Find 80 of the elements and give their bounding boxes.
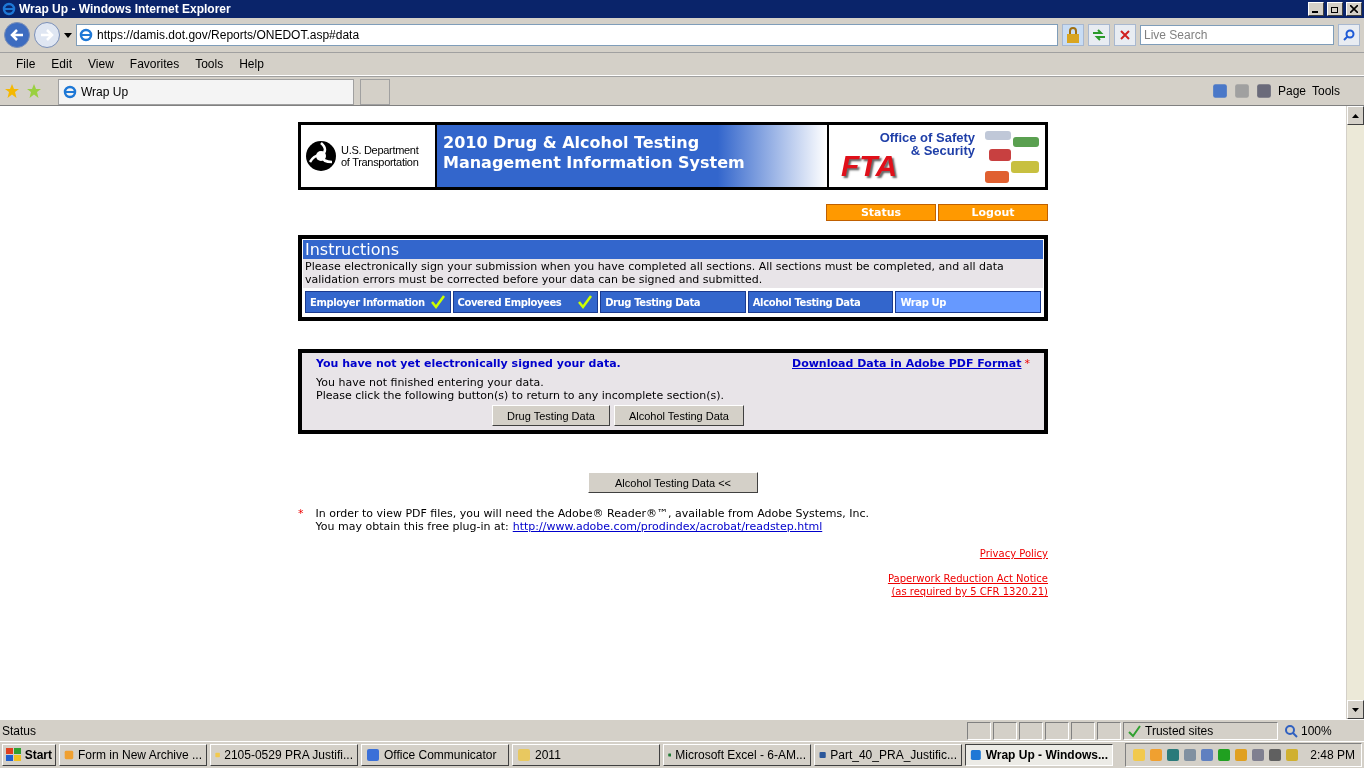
system-title: 2010 Drug & Alcohol Testing Management Information System	[437, 125, 829, 187]
address-field[interactable]: https://damis.dot.gov/Reports/ONEDOT.asp#data	[76, 24, 1058, 46]
taskbar-button[interactable]: Part_40_PRA_Justific...	[814, 744, 962, 766]
menu-item[interactable]: Edit	[43, 57, 81, 71]
section-button[interactable]: Drug Testing Data	[492, 405, 610, 426]
menu-item[interactable]: Tools	[187, 57, 232, 71]
footnote-text: You may obtain this free plug-in at:	[315, 520, 509, 533]
download-link[interactable]: Download Data in Adobe PDF Format	[792, 357, 1022, 370]
status-pane	[1071, 721, 1095, 740]
star-icon[interactable]	[4, 83, 20, 99]
right-arrow-icon	[40, 29, 54, 41]
footer-link[interactable]: (as required by 5 CFR 1320.21)	[891, 585, 1048, 598]
status-pane	[1097, 721, 1121, 740]
window-title: Wrap Up - Windows Internet Explorer	[19, 2, 232, 16]
message-text: You have not finished entering your data.	[316, 376, 545, 389]
checkmark-icon	[577, 294, 594, 310]
footnote-mark: *	[298, 507, 304, 522]
status-pane	[967, 721, 991, 740]
minimize-button[interactable]	[1308, 2, 1324, 16]
agency-name: U.S. Department of Transportation	[341, 144, 419, 168]
search-icon	[1343, 29, 1355, 41]
restore-icon	[1330, 5, 1340, 13]
command-button[interactable]: Page	[1277, 84, 1306, 98]
menu-item[interactable]: View	[80, 57, 122, 71]
checkmark-icon	[429, 294, 446, 310]
command-button[interactable]: Tools	[1312, 84, 1340, 98]
start-button[interactable]: Start	[2, 744, 56, 766]
clock: 2:48 PM	[1310, 748, 1355, 762]
taskbar-button[interactable]: 2011	[512, 744, 660, 766]
scroll-up-button[interactable]	[1347, 106, 1364, 125]
instructions-text: Please electronically sign your submission when you have completed all sections. All sections must be completed, and all data validation errors must be corrected before your data can be signed and submitted.	[303, 259, 1043, 288]
up-triangle-icon	[1352, 113, 1359, 118]
x-icon	[1120, 30, 1130, 40]
security-zone: Trusted sites	[1123, 721, 1278, 740]
left-arrow-icon	[10, 29, 24, 41]
stop-button[interactable]	[1114, 24, 1136, 46]
padlock-icon	[1066, 27, 1080, 43]
checkmark-icon	[1127, 723, 1141, 738]
step-tab[interactable]: Alcohol Testing Data	[747, 291, 894, 313]
taskbar-button[interactable]: Office Communicator	[361, 744, 509, 766]
refresh-icon	[1092, 29, 1106, 41]
back-button[interactable]	[4, 22, 30, 48]
step-tab[interactable]: Employer Information	[305, 291, 451, 313]
status-text: Status	[1, 723, 38, 738]
restore-button[interactable]	[1327, 2, 1343, 16]
close-button[interactable]	[1346, 2, 1362, 16]
close-icon	[1350, 5, 1358, 13]
menu-item[interactable]: File	[8, 57, 44, 71]
footnote-text: In order to view PDF files, you will need the Adobe® Reader®™, available from Adobe Systems, Inc.	[315, 507, 869, 520]
dot-logo-icon	[305, 140, 337, 172]
footer-link[interactable]: Paperwork Reduction Act Notice	[887, 572, 1048, 585]
refresh-button[interactable]	[1088, 24, 1110, 46]
menu-item[interactable]: Help	[231, 57, 272, 71]
taskbar-button[interactable]: Form in New Archive ...	[59, 744, 207, 766]
status-pane	[1045, 721, 1069, 740]
taskbar-button[interactable]: 2105-0529 PRA Justifi...	[210, 744, 358, 766]
signature-notice: You have not yet electronically signed your data.	[316, 357, 621, 370]
browser-tab[interactable]: Wrap Up	[58, 79, 354, 105]
menu-item[interactable]: Favorites	[121, 57, 188, 71]
windows-logo-icon	[6, 748, 22, 762]
lock-button[interactable]	[1062, 24, 1084, 46]
taskbar-button[interactable]: Wrap Up - Windows...	[965, 744, 1113, 766]
section-button[interactable]: Alcohol Testing Data	[613, 405, 744, 426]
adobe-link[interactable]: http://www.adobe.com/prodindex/acrobat/readstep.html	[512, 520, 823, 533]
step-tab[interactable]: Covered Employees	[452, 291, 599, 313]
caret-icon[interactable]	[64, 32, 72, 38]
message-text: Please click the following button(s) to return to any incomplete section(s).	[316, 389, 726, 402]
search-field[interactable]: Live Search	[1140, 25, 1334, 45]
footnote-mark: *	[1024, 357, 1030, 370]
previous-button[interactable]: Alcohol Testing Data <<	[588, 472, 758, 493]
instructions-heading: Instructions	[303, 240, 1043, 259]
magnifier-icon	[1284, 723, 1298, 738]
search-button[interactable]	[1338, 24, 1360, 46]
status-pane	[1019, 721, 1043, 740]
taskbar-button[interactable]: Microsoft Excel - 6-AM...	[663, 744, 811, 766]
scroll-down-button[interactable]	[1347, 700, 1364, 719]
status-pane	[993, 721, 1017, 740]
step-tab[interactable]: Drug Testing Data	[600, 291, 746, 313]
footer-link[interactable]: Privacy Policy	[979, 547, 1048, 560]
down-triangle-icon	[1352, 707, 1359, 712]
